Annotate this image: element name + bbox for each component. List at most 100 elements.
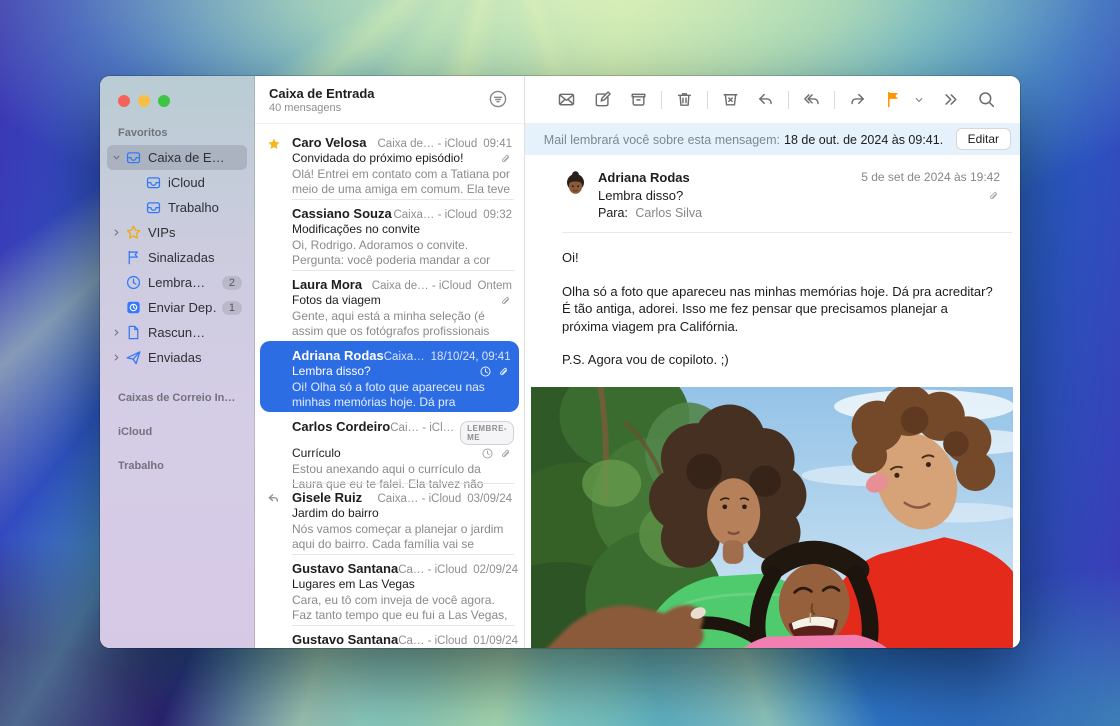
chevron-right-icon[interactable] xyxy=(112,353,125,362)
archive-button[interactable] xyxy=(627,88,650,111)
message-sender: Carlos Cordeiro xyxy=(292,419,390,434)
sidebar-item-sinalizadas[interactable]: Sinalizadas xyxy=(107,245,247,270)
attachment-paperclip-icon xyxy=(499,294,512,307)
get-mail-icon xyxy=(557,90,576,109)
message-sender: Adriana Rodas xyxy=(292,348,384,363)
sidebar-item-label: Enviar Dep… xyxy=(148,300,218,315)
close-window-button[interactable] xyxy=(118,95,130,107)
message-row-line2: Convidada do próximo episódio! xyxy=(292,151,512,165)
sidebar-section-icloud[interactable]: iCloud xyxy=(100,426,254,438)
sidebar-section-caixas-de-correio-in[interactable]: Caixas de Correio In… xyxy=(100,392,254,404)
junk-button[interactable] xyxy=(719,88,742,111)
window-controls xyxy=(100,76,254,123)
attachment-paperclip-icon xyxy=(497,365,510,378)
minimize-window-button[interactable] xyxy=(138,95,150,107)
sidebar-item-label: Rascun… xyxy=(148,325,242,340)
replied-icon xyxy=(267,492,281,506)
zoom-window-button[interactable] xyxy=(158,95,170,107)
message-row-gisele-ruiz[interactable]: Gisele RuizCaixa… - iCloud03/09/24Jardim… xyxy=(255,483,524,554)
sidebar-item-label: iCloud xyxy=(168,175,242,190)
message-row-line2: Modificações no convite xyxy=(292,222,512,236)
overflow-button[interactable] xyxy=(939,88,962,111)
filter-button[interactable] xyxy=(488,89,508,109)
sidebar-item-enviadas[interactable]: Enviadas xyxy=(107,345,247,370)
desktop-wallpaper: Favoritos Caixa de E… iCloud Trabalho VIPs S… xyxy=(0,0,1120,726)
edit-reminder-button[interactable]: Editar xyxy=(956,128,1011,150)
attachment-paperclip-icon xyxy=(499,447,512,460)
attachment-paperclip-icon[interactable] xyxy=(987,189,1000,202)
sidebar-item-rascun[interactable]: Rascun… xyxy=(107,320,247,345)
sidebar-section-trabalho[interactable]: Trabalho xyxy=(100,460,254,472)
get-mail-button[interactable] xyxy=(555,88,578,111)
trash-icon xyxy=(675,90,694,109)
message-subject: Convidada do próximo episódio! xyxy=(292,151,499,165)
message-preview: Gente, aqui está a minha seleção (é assi… xyxy=(292,309,512,338)
message-time: 09:41 xyxy=(483,138,512,150)
message-time: 02/09/24 xyxy=(473,564,518,576)
flag-icon xyxy=(884,90,903,109)
toolbar-group xyxy=(975,88,998,111)
message-subject: Lembra disso? xyxy=(598,188,861,203)
sidebar-item-label: VIPs xyxy=(148,225,242,240)
message-row-line2: Lugares em Las Vegas xyxy=(292,577,512,591)
sidebar-section-favoritos[interactable]: Favoritos xyxy=(100,123,254,145)
compose-icon xyxy=(593,90,612,109)
message-time: 01/09/24 xyxy=(473,635,518,647)
sidebar-item-enviar-dep[interactable]: Enviar Dep… 1 xyxy=(107,295,247,320)
sidebar-item-vips[interactable]: VIPs xyxy=(107,220,247,245)
overflow-icon xyxy=(941,90,960,109)
reply-icon xyxy=(756,90,775,109)
message-sender: Gustavo Santana xyxy=(292,632,398,647)
sidebar-item-trabalho[interactable]: Trabalho xyxy=(107,195,247,220)
message-row-line1: Laura MoraCaixa de… - iCloudOntem xyxy=(292,277,512,292)
message-row-laura-mora[interactable]: Laura MoraCaixa de… - iCloudOntemFotos d… xyxy=(255,270,524,341)
to-label: Para: xyxy=(598,206,628,220)
message-time: 03/09/24 xyxy=(467,493,512,505)
sidebar-item-lembra[interactable]: Lembra…2 xyxy=(107,270,247,295)
reply-button[interactable] xyxy=(754,88,777,111)
reply-all-button[interactable] xyxy=(800,88,823,111)
message-paragraph: Oi! xyxy=(562,249,996,267)
message-photo-attachment[interactable] xyxy=(531,387,1013,648)
toolbar-group xyxy=(939,88,962,111)
message-row-gustavo-santana[interactable]: Gustavo SantanaCa… - iCloud01/09/24 xyxy=(255,625,524,648)
clock-icon xyxy=(125,274,142,291)
inbox-icon xyxy=(145,174,162,191)
reading-pane: Mail lembrará você sobre esta mensagem: … xyxy=(525,76,1020,648)
toolbar-group xyxy=(882,88,926,111)
chevron-down-icon[interactable] xyxy=(112,153,125,162)
message-row-icons xyxy=(499,152,512,165)
message-row-caro-velosa[interactable]: Caro VelosaCaixa de… - iCloud09:41Convid… xyxy=(255,128,524,199)
message-preview: Olá! Entrei em contato com a Tatiana por… xyxy=(292,167,512,196)
mailbox-title: Caixa de Entrada xyxy=(269,86,512,101)
message-mailbox: Caixa de… - iCloud xyxy=(372,280,472,292)
flag-icon xyxy=(125,249,142,266)
message-row-gustavo-santana[interactable]: Gustavo SantanaCa… - iCloud02/09/24Lugar… xyxy=(255,554,524,625)
message-list: Caro VelosaCaixa de… - iCloud09:41Convid… xyxy=(255,124,524,648)
sidebar-item-label: Enviadas xyxy=(148,350,242,365)
vip-star-icon xyxy=(267,137,281,151)
sent-icon xyxy=(125,349,142,366)
sender-avatar[interactable] xyxy=(562,171,589,198)
forward-icon xyxy=(848,90,867,109)
flag-menu-chevron-button[interactable] xyxy=(905,93,926,107)
chevron-right-icon[interactable] xyxy=(112,328,125,337)
message-subject: Jardim do bairro xyxy=(292,506,512,520)
sidebar-item-icloud[interactable]: iCloud xyxy=(107,170,247,195)
forward-button[interactable] xyxy=(846,88,869,111)
flag-button[interactable] xyxy=(882,88,905,111)
sidebar-item-caixa-de-e[interactable]: Caixa de E… xyxy=(107,145,247,170)
message-paragraph: Olha só a foto que apareceu nas minhas m… xyxy=(562,283,996,336)
search-button[interactable] xyxy=(975,88,998,111)
toolbar-separator xyxy=(661,91,662,109)
compose-button[interactable] xyxy=(591,88,614,111)
trash-button[interactable] xyxy=(673,88,696,111)
mailbox-count-badge: 1 xyxy=(222,301,242,315)
chevron-right-icon[interactable] xyxy=(112,228,125,237)
vip-star-icon xyxy=(125,224,142,241)
message-row-line1: Adriana RodasCaixa…18/10/24, 09:41 xyxy=(292,348,510,363)
message-mailbox: Caixa… xyxy=(384,351,425,363)
message-row-adriana-rodas[interactable]: Adriana RodasCaixa…18/10/24, 09:41Lembra… xyxy=(260,341,519,412)
message-row-carlos-cordeiro[interactable]: Carlos CordeiroCai… - iCl…LEMBRE-MECurrí… xyxy=(255,412,524,483)
message-row-cassiano-souza[interactable]: Cassiano SouzaCaixa… - iCloud09:32Modifi… xyxy=(255,199,524,270)
